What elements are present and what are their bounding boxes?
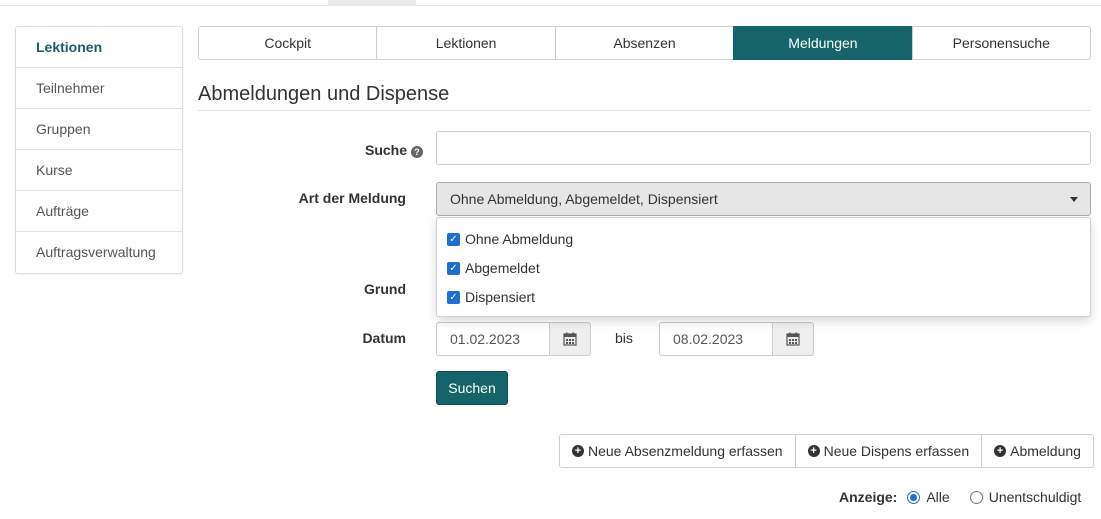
tab-bar: Cockpit Lektionen Absenzen Meldungen Per… xyxy=(198,26,1092,60)
reason-label: Grund xyxy=(364,281,406,297)
date-to-group: 08.02.2023 xyxy=(659,322,814,356)
option-abgemeldet[interactable]: ✓ Abgemeldet xyxy=(447,257,540,279)
deregistration-button[interactable]: + Abmeldung xyxy=(981,434,1094,468)
radio-all-label: Alle xyxy=(926,489,950,505)
tab-lektionen[interactable]: Lektionen xyxy=(376,26,556,60)
date-from-input[interactable]: 01.02.2023 xyxy=(436,322,550,356)
radio-unexcused[interactable] xyxy=(969,490,983,504)
sidebar-item-teilnehmer[interactable]: Teilnehmer xyxy=(16,68,182,109)
date-label: Datum xyxy=(362,330,406,346)
option-label: Ohne Abmeldung xyxy=(465,231,574,247)
top-nav-strip xyxy=(0,0,1101,6)
page-title: Abmeldungen und Dispense xyxy=(198,83,450,105)
date-to-input[interactable]: 08.02.2023 xyxy=(659,322,773,356)
option-ohne-abmeldung[interactable]: ✓ Ohne Abmeldung xyxy=(447,228,573,250)
new-dispense-button[interactable]: + Neue Dispens erfassen xyxy=(794,434,983,468)
tab-absenzen[interactable]: Absenzen xyxy=(554,26,735,60)
checkbox-checked-icon[interactable]: ✓ xyxy=(447,290,460,304)
display-filter-label: Anzeige: xyxy=(839,489,898,505)
calendar-icon xyxy=(563,332,577,346)
tab-personensuche[interactable]: Personensuche xyxy=(911,26,1092,60)
option-label: Dispensiert xyxy=(465,289,536,305)
deregistration-label: Abmeldung xyxy=(1010,443,1081,459)
checkbox-checked-icon[interactable]: ✓ xyxy=(447,232,460,246)
checkbox-checked-icon[interactable]: ✓ xyxy=(447,261,460,275)
display-filter: Anzeige: Alle Unentschuldigt xyxy=(839,489,1081,505)
sidebar-item-auftraege[interactable]: Aufträge xyxy=(16,191,182,232)
question-circle-icon[interactable]: ? xyxy=(411,146,423,158)
plus-circle-icon: + xyxy=(807,445,820,457)
date-separator: bis xyxy=(615,330,633,346)
plus-circle-icon: + xyxy=(572,445,584,457)
tab-meldungen[interactable]: Meldungen xyxy=(733,26,913,60)
search-button[interactable]: Suchen xyxy=(436,371,508,405)
type-select[interactable]: Ohne Abmeldung, Abgemeldet, Dispensiert xyxy=(436,182,1091,216)
plus-circle-icon: + xyxy=(994,445,1007,457)
type-label: Art der Meldung xyxy=(298,190,406,206)
sidebar-item-auftragsverwaltung[interactable]: Auftragsverwaltung xyxy=(16,232,182,273)
type-select-value: Ohne Abmeldung, Abgemeldet, Dispensiert xyxy=(450,191,718,207)
new-absence-label: Neue Absenzmeldung erfassen xyxy=(588,443,783,459)
title-divider xyxy=(198,110,1091,111)
new-dispense-label: Neue Dispens erfassen xyxy=(823,443,970,459)
radio-unexcused-label: Unentschuldigt xyxy=(988,489,1082,505)
top-nav-active-tab-hint xyxy=(328,0,416,6)
sidebar-item-kurse[interactable]: Kurse xyxy=(16,150,182,191)
caret-down-icon xyxy=(1070,197,1078,202)
date-from-group: 01.02.2023 xyxy=(436,322,591,356)
radio-all[interactable] xyxy=(907,490,921,504)
option-label: Abgemeldet xyxy=(465,260,540,276)
sidebar: Lektionen Teilnehmer Gruppen Kurse Auftr… xyxy=(15,26,183,274)
date-to-picker-button[interactable] xyxy=(773,322,814,356)
date-from-picker-button[interactable] xyxy=(550,322,591,356)
search-label-row: Suche? xyxy=(213,142,423,158)
search-label: Suche xyxy=(364,142,407,158)
search-input[interactable] xyxy=(436,131,1091,165)
tab-cockpit[interactable]: Cockpit xyxy=(198,26,378,60)
option-dispensiert[interactable]: ✓ Dispensiert xyxy=(447,286,535,308)
type-dropdown-menu: ✓ Ohne Abmeldung ✓ Abgemeldet ✓ Dispensi… xyxy=(436,217,1091,317)
calendar-icon xyxy=(786,332,800,346)
new-absence-button[interactable]: + Neue Absenzmeldung erfassen xyxy=(559,434,796,468)
sidebar-item-lektionen[interactable]: Lektionen xyxy=(16,27,182,68)
sidebar-item-gruppen[interactable]: Gruppen xyxy=(16,109,182,150)
action-button-group: + Neue Absenzmeldung erfassen + Neue Dis… xyxy=(559,434,1094,468)
